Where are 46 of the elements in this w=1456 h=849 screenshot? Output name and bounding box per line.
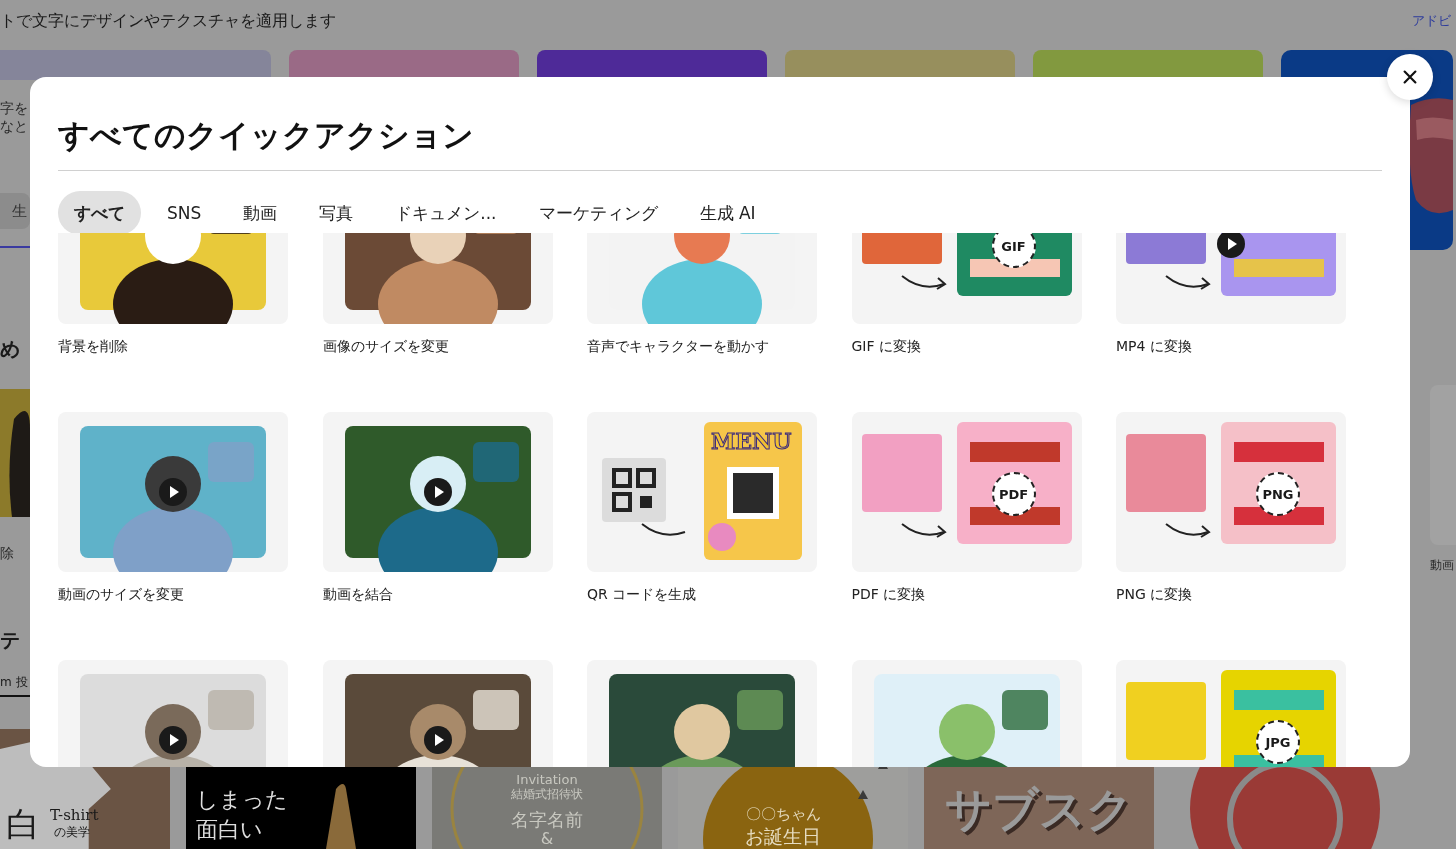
action-label: 動画 bbox=[1430, 557, 1455, 574]
style-card[interactable] bbox=[289, 50, 519, 80]
action-label: 除 bbox=[0, 545, 14, 563]
section-title: テ bbox=[0, 627, 20, 654]
template-text: 結婚式招待状 bbox=[511, 787, 583, 802]
play-icon[interactable] bbox=[423, 726, 452, 754]
action-label: 画像のサイズを変更 bbox=[322, 338, 450, 356]
action-label: PNG に変換 bbox=[1116, 586, 1194, 604]
category-tab[interactable]: マーケティング bbox=[522, 191, 674, 235]
section-title: め bbox=[0, 336, 20, 363]
play-icon[interactable] bbox=[423, 478, 452, 506]
play-icon[interactable] bbox=[159, 478, 187, 506]
close-icon bbox=[1401, 68, 1419, 86]
action-label: GIF に変換 bbox=[851, 338, 922, 356]
style-card[interactable] bbox=[537, 50, 767, 80]
action-label: 動画を結合 bbox=[322, 586, 394, 604]
dialog-title: すべてのクイックアクション bbox=[58, 116, 475, 155]
play-icon[interactable] bbox=[1217, 233, 1245, 258]
action-label: PDF に変換 bbox=[851, 586, 927, 604]
action-label: 動画のサイズを変更 bbox=[58, 586, 185, 604]
template-text: サブスク bbox=[945, 781, 1133, 838]
card-text: なと bbox=[0, 118, 28, 136]
action-label: QR コードを生成 bbox=[587, 586, 698, 604]
action-label: MP4 に変換 bbox=[1116, 338, 1193, 356]
category-tab[interactable]: SNS bbox=[151, 191, 218, 235]
link[interactable]: アドビ bbox=[1412, 12, 1456, 30]
template-text: Invitation bbox=[516, 773, 578, 788]
card-text: 字を bbox=[0, 100, 28, 118]
template-text: お誕生日 bbox=[745, 824, 821, 849]
template-text: 名字名前 bbox=[511, 809, 583, 831]
category-tab[interactable]: すべて bbox=[58, 191, 141, 235]
category-tab[interactable]: 写真 bbox=[303, 191, 370, 235]
template-text: 白 bbox=[6, 807, 40, 841]
template-text: 〇〇ちゃん bbox=[745, 805, 821, 824]
page-description: トで文字にデザインやテクスチャを適用します bbox=[0, 10, 336, 32]
generate-button[interactable]: 生 bbox=[0, 193, 30, 229]
action-label: 音声でキャラクターを動かす bbox=[587, 338, 770, 356]
category-tab[interactable]: 生成 AI bbox=[683, 191, 772, 235]
category-tab[interactable]: ドキュメン... bbox=[379, 191, 513, 235]
poster-title: MENU bbox=[711, 428, 792, 454]
template-text: しまった bbox=[196, 786, 288, 814]
category-tab[interactable]: 動画 bbox=[227, 191, 294, 235]
template-text: 面白い bbox=[196, 816, 263, 844]
template-text: & bbox=[540, 830, 554, 849]
action-label: 背景を削除 bbox=[58, 338, 129, 356]
play-icon[interactable] bbox=[159, 726, 187, 754]
